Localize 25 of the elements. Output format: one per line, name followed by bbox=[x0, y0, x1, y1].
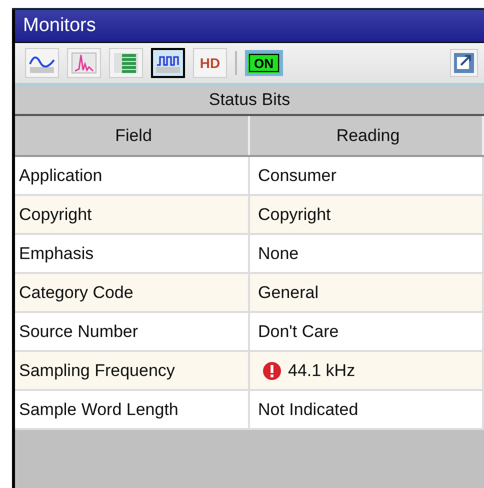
panel-title: Status Bits bbox=[208, 90, 290, 110]
hd-button[interactable]: HD bbox=[193, 48, 227, 78]
table-cell: Copyright bbox=[258, 204, 331, 224]
popout-button[interactable] bbox=[450, 49, 478, 77]
table-cell: Don't Care bbox=[258, 322, 339, 342]
table-cell: Category Code bbox=[15, 274, 250, 311]
spectrum-icon bbox=[71, 52, 97, 74]
window-title: Monitors bbox=[23, 15, 96, 37]
popout-icon bbox=[453, 52, 475, 74]
table-cell: Application bbox=[15, 157, 250, 194]
table-cell: Not Indicated bbox=[258, 400, 358, 420]
table-cell: Copyright bbox=[15, 196, 250, 233]
table-cell: Sampling Frequency bbox=[15, 352, 250, 389]
list-bars-icon bbox=[113, 52, 139, 74]
toggle-button[interactable]: ON bbox=[245, 50, 282, 76]
table-cell: Consumer bbox=[258, 166, 336, 186]
column-header[interactable]: Reading bbox=[250, 116, 484, 155]
table-cell: Sample Word Length bbox=[15, 391, 250, 428]
table-cell: General bbox=[258, 282, 318, 302]
toolbar-button[interactable] bbox=[151, 48, 185, 78]
table-cell: Source Number bbox=[15, 313, 250, 350]
column-header[interactable]: Field bbox=[15, 116, 250, 155]
table-cell: 44.1 kHz bbox=[288, 360, 356, 380]
table-cell: None bbox=[258, 244, 299, 264]
table-cell: Emphasis bbox=[15, 235, 250, 272]
